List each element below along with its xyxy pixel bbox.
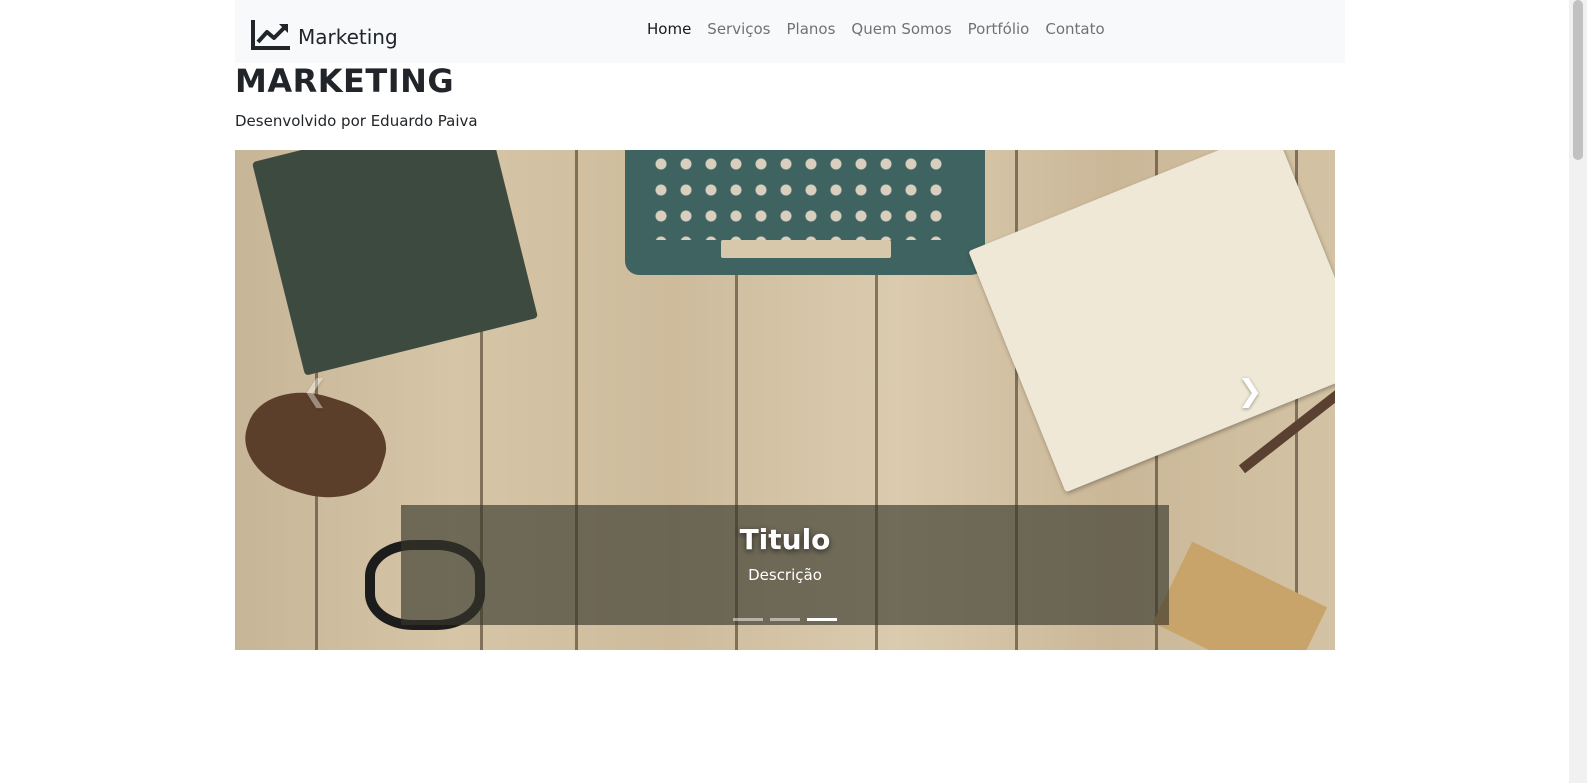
chevron-right-icon: ❯ (1237, 374, 1263, 409)
carousel: ❮ ❯ Titulo Descrição (235, 150, 1335, 650)
caption-description: Descrição (748, 566, 822, 584)
page-scrollbar[interactable] (1569, 0, 1587, 783)
carousel-caption: Titulo Descrição (401, 505, 1169, 625)
chevron-left-icon: ❮ (302, 374, 328, 409)
carousel-next-button[interactable]: ❯ (1235, 372, 1265, 412)
caption-title: Titulo (739, 523, 831, 556)
carousel-indicator-3[interactable] (807, 618, 837, 621)
page-subtitle: Desenvolvido por Eduardo Paiva (235, 112, 478, 130)
nav-item-contato[interactable]: Contato (1045, 20, 1104, 38)
brand-label: Marketing (298, 25, 398, 49)
nav-item-home[interactable]: Home (647, 20, 691, 38)
chart-line-icon (251, 20, 290, 50)
nav-item-planos[interactable]: Planos (787, 20, 836, 38)
nav-item-servicos[interactable]: Serviços (707, 20, 770, 38)
carousel-prev-button[interactable]: ❮ (300, 372, 330, 412)
nav-item-quem-somos[interactable]: Quem Somos (851, 20, 951, 38)
scrollbar-thumb[interactable] (1573, 0, 1583, 160)
page-title: MARKETING (235, 62, 455, 100)
carousel-indicators (401, 618, 1169, 621)
nav-menu: Home Serviços Planos Quem Somos Portfóli… (647, 20, 1105, 38)
brand-link[interactable]: Marketing (250, 12, 398, 52)
carousel-indicator-2[interactable] (770, 618, 800, 621)
carousel-indicator-1[interactable] (733, 618, 763, 621)
nav-item-portfolio[interactable]: Portfólio (968, 20, 1030, 38)
navbar: Marketing Home Serviços Planos Quem Somo… (235, 0, 1345, 63)
